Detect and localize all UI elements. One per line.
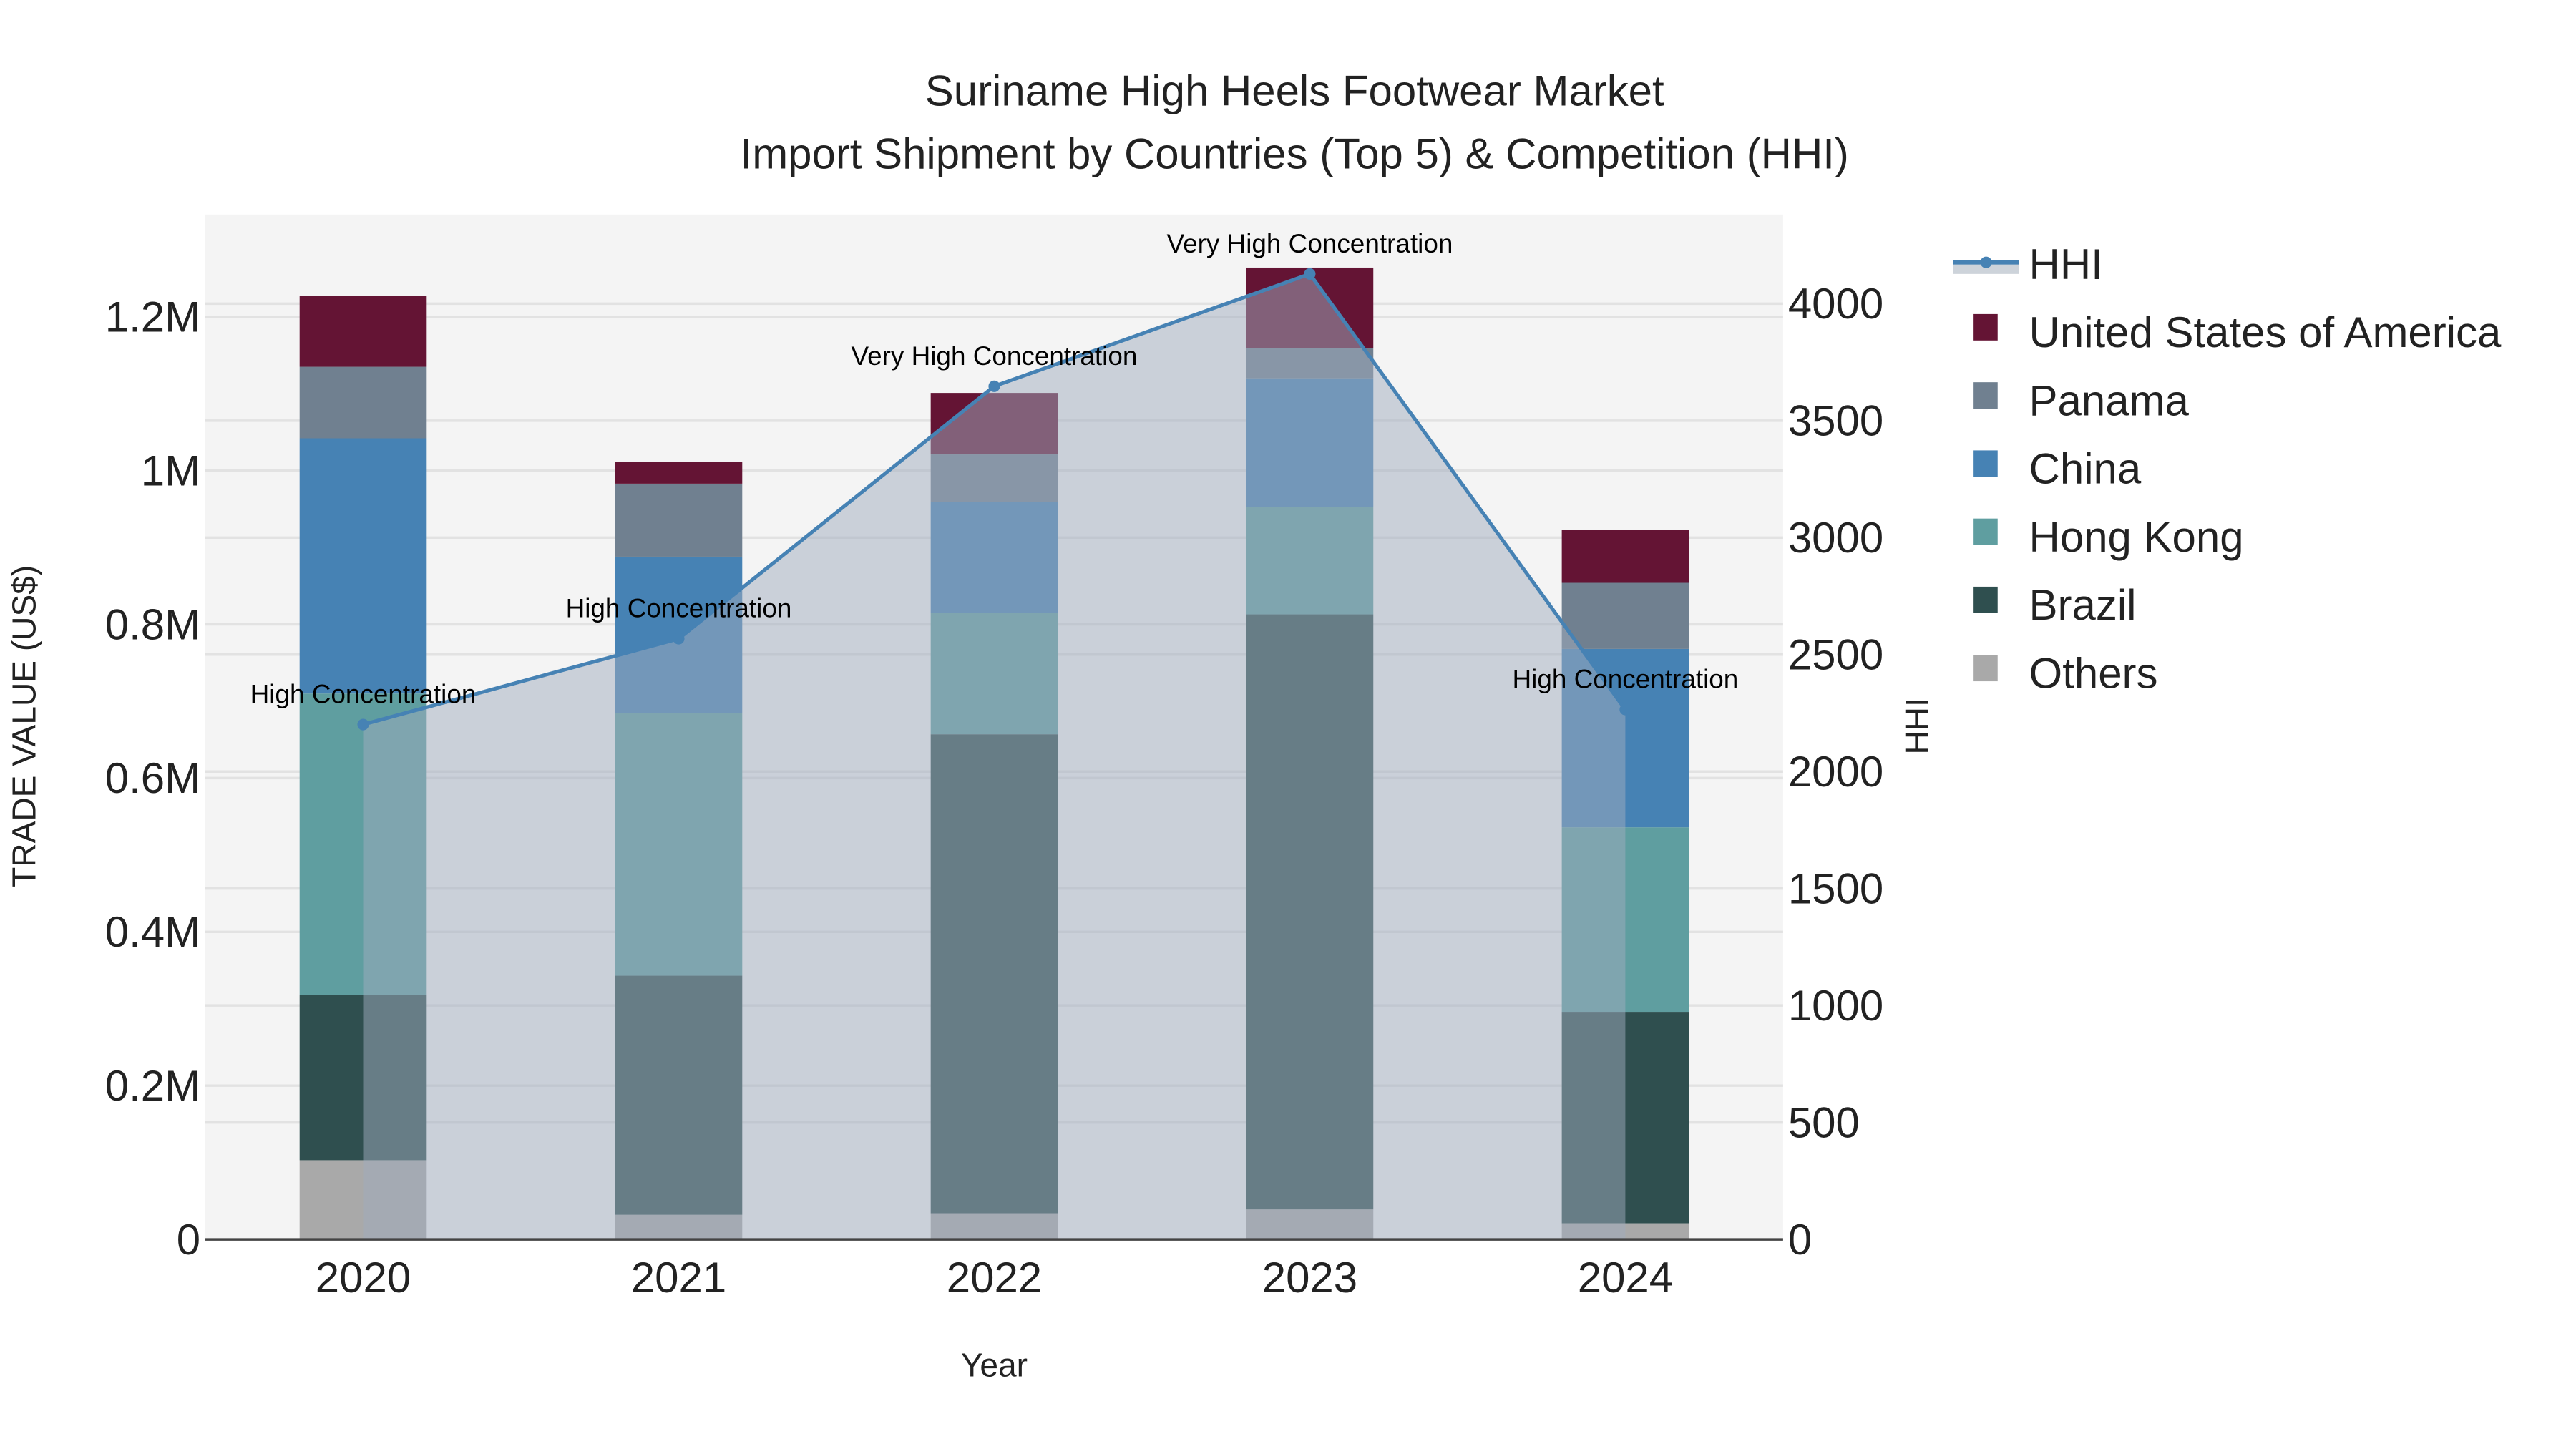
bar-united-states-of-america-2024 — [1561, 530, 1689, 583]
legend-label: United States of America — [2029, 308, 2502, 356]
bar-panama-2021 — [615, 483, 743, 557]
legend-label: Brazil — [2029, 581, 2137, 629]
hhi-point-2022 — [988, 380, 1000, 392]
x-tick-label: 2020 — [316, 1254, 411, 1302]
y-tick-label: 0.2M — [105, 1062, 200, 1110]
hhi-point-2021 — [673, 633, 685, 645]
y2-axis-title: HHI — [1898, 698, 1936, 754]
y-tick-label: 1M — [141, 447, 200, 494]
y-axis-title: TRADE VALUE (US$) — [5, 565, 42, 887]
x-tick-label: 2023 — [1262, 1254, 1357, 1302]
legend-label: Panama — [2029, 376, 2190, 424]
x-tick-label: 2021 — [631, 1254, 726, 1302]
y2-tick-label: 1000 — [1788, 982, 1883, 1030]
y-tick-label: 0 — [177, 1216, 200, 1264]
legend-swatch-others — [1973, 655, 1998, 682]
y2-tick-label: 3500 — [1788, 397, 1883, 445]
hhi-annotation: High Concentration — [1513, 665, 1739, 694]
y2-tick-label: 1500 — [1788, 864, 1883, 912]
x-tick-label: 2024 — [1578, 1254, 1673, 1302]
legend-swatch-united-states-of-america — [1973, 313, 1998, 341]
hhi-point-2024 — [1619, 703, 1631, 716]
hhi-annotation: Very High Concentration — [852, 341, 1138, 371]
bar-panama-2020 — [299, 366, 427, 439]
legend-marker-swatch — [1980, 256, 1992, 268]
legend-swatch-china — [1973, 450, 1998, 477]
chart: High Concentration High Concentration Very… — [5, 67, 2502, 1384]
y2-tick-label: 4000 — [1788, 280, 1883, 328]
y-tick-label: 0.4M — [105, 908, 200, 956]
y-tick-label: 0.6M — [105, 754, 200, 802]
legend-label: China — [2029, 445, 2142, 493]
hhi-point-2020 — [357, 718, 369, 731]
bar-united-states-of-america-2021 — [615, 462, 743, 484]
hhi-annotation: Very High Concentration — [1167, 229, 1453, 258]
y2-tick-label: 3000 — [1788, 514, 1883, 562]
y2-tick-label: 2500 — [1788, 631, 1883, 679]
hhi-point-2023 — [1304, 268, 1316, 280]
legend-swatch-hong-kong — [1973, 518, 1998, 545]
x-tick-label: 2022 — [947, 1254, 1042, 1302]
legend: HHI United States of America Panama China Ho… — [1953, 240, 2502, 697]
y2-tick-label: 2000 — [1788, 748, 1883, 796]
chart-title: Suriname High Heels Footwear Market — [925, 67, 1664, 115]
legend-label: Hong Kong — [2029, 513, 2244, 561]
hhi-annotation: High Concentration — [566, 594, 792, 623]
y-tick-label: 0.8M — [105, 600, 200, 648]
legend-swatch-brazil — [1973, 586, 1998, 613]
hhi-annotation: High Concentration — [250, 680, 477, 709]
x-axis-title: Year — [961, 1347, 1028, 1384]
y2-tick-label: 0 — [1788, 1216, 1812, 1264]
legend-swatch-panama — [1973, 382, 1998, 409]
y-tick-label: 1.2M — [105, 293, 200, 341]
bar-china-2020 — [299, 438, 427, 694]
legend-label: Others — [2029, 649, 2158, 697]
bar-panama-2024 — [1561, 582, 1689, 649]
y2-tick-label: 500 — [1788, 1098, 1860, 1146]
chart-subtitle: Import Shipment by Countries (Top 5) & C… — [741, 130, 1849, 177]
legend-label: HHI — [2029, 240, 2103, 288]
bar-united-states-of-america-2020 — [299, 296, 427, 367]
